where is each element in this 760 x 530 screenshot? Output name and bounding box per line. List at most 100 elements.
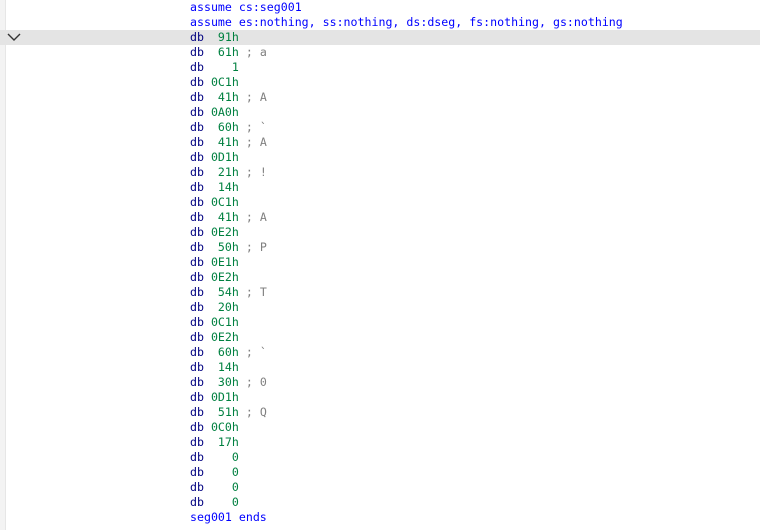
db-line[interactable]: db 41h ; A [0,90,760,105]
operand-value: 0D1h [210,150,239,164]
operand-value: 0 [210,465,239,479]
listing-line[interactable]: assume cs:seg001 [0,0,760,15]
db-line[interactable]: db 0C1h [0,315,760,330]
operand-value: 0 [210,480,239,494]
assume-directive: assume es:nothing, ss:nothing, ds:dseg, … [190,15,623,29]
db-line-text: db 1 [190,60,239,75]
db-line[interactable]: db 17h [0,435,760,450]
db-line-text: db 0E2h [190,225,239,240]
db-line[interactable]: db 0D1h [0,150,760,165]
db-line[interactable]: db 0 [0,465,760,480]
opcode: db [190,345,204,359]
db-line[interactable]: db 14h [0,360,760,375]
operand-value: 0 [210,450,239,464]
disassembly-listing[interactable]: assume cs:seg001 assume es:nothing, ss:n… [0,0,760,525]
operand-value: 0E2h [210,225,239,239]
opcode: db [190,480,204,494]
operand-value: 51h [210,405,239,419]
db-line[interactable]: db 60h ; ` [0,345,760,360]
chevron-down-icon[interactable] [7,32,21,42]
segment-end: seg001 ends [190,510,267,524]
opcode: db [190,30,204,44]
opcode: db [190,435,204,449]
comment: ; 0 [238,375,267,389]
db-line-text: db 0D1h [190,150,239,165]
db-line[interactable]: db 51h ; Q [0,405,760,420]
db-line[interactable]: db 20h [0,300,760,315]
db-line[interactable]: db 30h ; 0 [0,375,760,390]
opcode: db [190,135,204,149]
opcode: db [190,330,204,344]
db-line[interactable]: db 0E2h [0,225,760,240]
operand-value: 54h [210,285,239,299]
operand-value: 0C1h [210,75,239,89]
operand-value: 41h [210,210,239,224]
db-line-text: db 41h ; A [190,90,267,105]
operand-value: 0A0h [210,105,239,119]
db-line[interactable]: db 0C1h [0,75,760,90]
listing-line[interactable]: assume es:nothing, ss:nothing, ds:dseg, … [0,15,760,30]
db-line-text: db 0C0h [190,420,239,435]
comment: ; P [238,240,267,254]
db-line[interactable]: db 0D1h [0,390,760,405]
operand-value: 61h [210,45,239,59]
db-line[interactable]: db 14h [0,180,760,195]
db-line-text: db 17h [190,435,239,450]
db-line-text: db 21h ; ! [190,165,267,180]
db-line-text: db 60h ; ` [190,345,267,360]
db-line[interactable]: db 61h ; a [0,45,760,60]
db-line[interactable]: db 0C0h [0,420,760,435]
db-line-text: db 14h [190,180,239,195]
operand-value: 0C0h [210,420,239,434]
db-line-text: db 14h [190,360,239,375]
db-line-text: db 0 [190,450,239,465]
opcode: db [190,285,204,299]
operand-value: 60h [210,120,239,134]
opcode: db [190,45,204,59]
db-line-text: db 51h ; Q [190,405,267,420]
opcode: db [190,120,204,134]
db-line[interactable]: db 0C1h [0,195,760,210]
db-line[interactable]: db 0 [0,450,760,465]
operand-value: 50h [210,240,239,254]
db-line[interactable]: db 0E2h [0,330,760,345]
db-line[interactable]: db 0E2h [0,270,760,285]
comment: ; a [238,45,267,59]
db-line[interactable]: db 0E1h [0,255,760,270]
operand-value: 41h [210,90,239,104]
opcode: db [190,375,204,389]
db-line-text: db 0 [190,480,239,495]
db-line-text: db 0C1h [190,315,239,330]
operand-value: 0C1h [210,195,239,209]
db-line[interactable]: db 54h ; T [0,285,760,300]
db-line[interactable]: db 50h ; P [0,240,760,255]
operand-value: 14h [210,180,239,194]
comment: ; Q [238,405,267,419]
db-line[interactable]: db 0A0h [0,105,760,120]
operand-value: 0D1h [210,390,239,404]
opcode: db [190,465,204,479]
opcode: db [190,450,204,464]
opcode: db [190,60,204,74]
db-line[interactable]: db 60h ; ` [0,120,760,135]
db-line[interactable]: db 21h ; ! [0,165,760,180]
opcode: db [190,240,204,254]
listing-line[interactable]: seg001 ends [0,510,760,525]
db-line[interactable]: db 1 [0,60,760,75]
operand-value: 0C1h [210,315,239,329]
opcode: db [190,405,204,419]
db-line-text: db 30h ; 0 [190,375,267,390]
operand-value: 91h [210,30,239,44]
comment: ; ` [238,120,267,134]
db-line[interactable]: db 41h ; A [0,135,760,150]
db-line[interactable]: db 0 [0,480,760,495]
opcode: db [190,300,204,314]
db-line-text: db 0C1h [190,75,239,90]
db-line[interactable]: db 41h ; A [0,210,760,225]
db-line-text: db 61h ; a [190,45,267,60]
db-line[interactable]: db 91h [0,30,760,45]
operand-value: 17h [210,435,239,449]
operand-value: 20h [210,300,239,314]
opcode: db [190,420,204,434]
db-line[interactable]: db 0 [0,495,760,510]
